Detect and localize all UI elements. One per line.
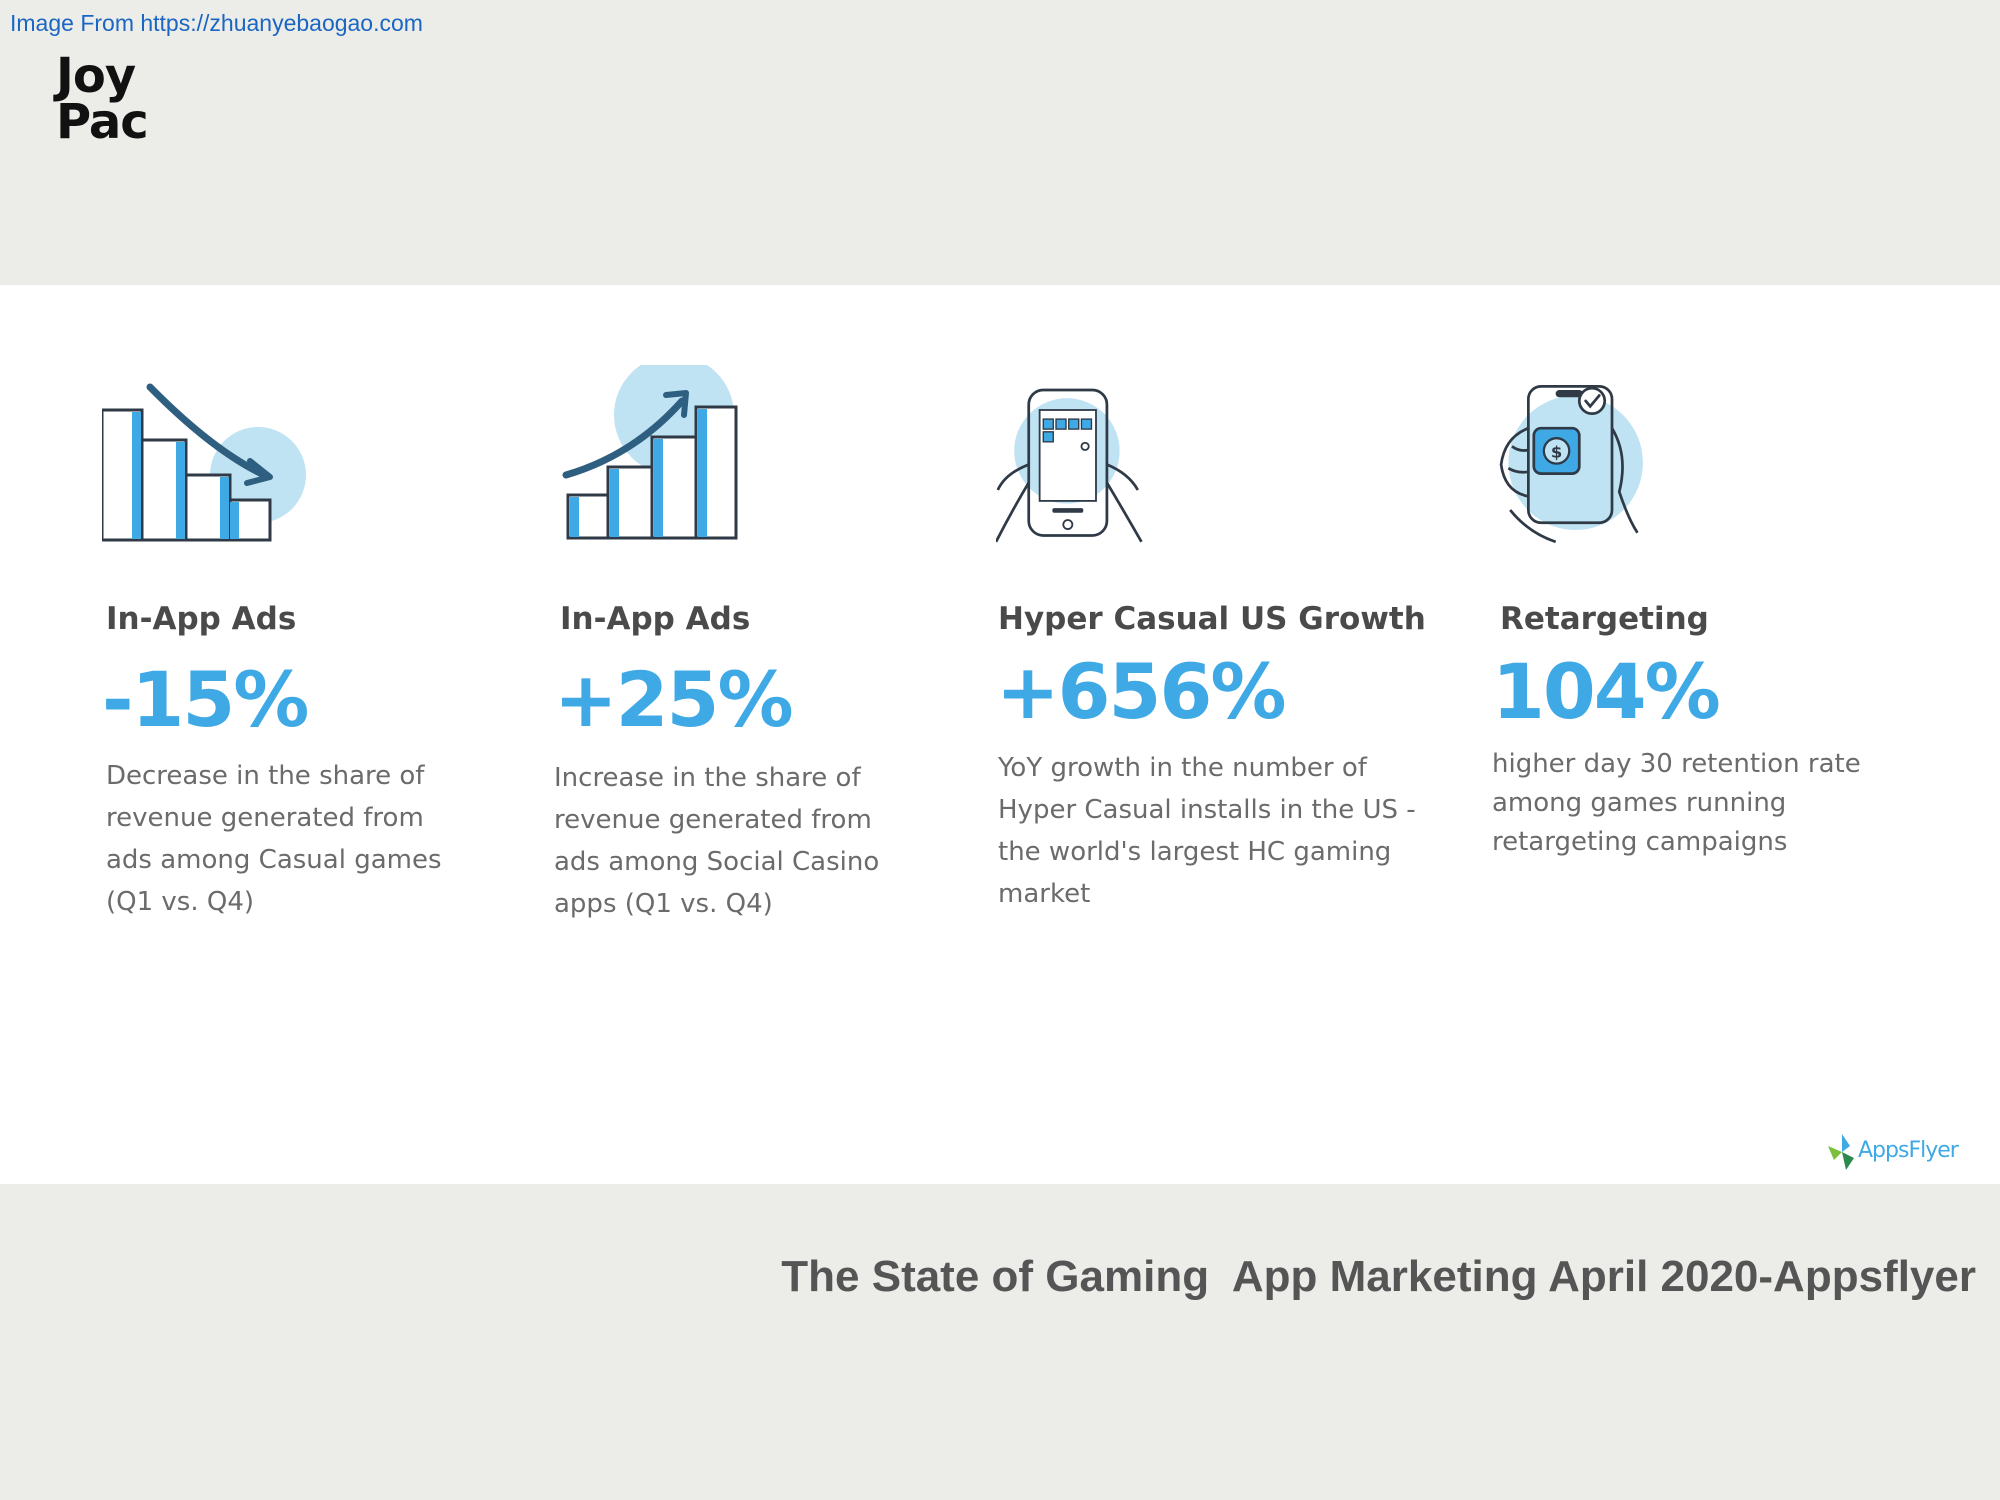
phone-hands-icon (996, 388, 1143, 543)
stat-description: Increase in the share of revenue generat… (554, 763, 880, 919)
stat-value: +656% (996, 647, 1286, 736)
brand-name: AppsFlyer (1858, 1138, 1959, 1163)
stat-value: 104% (1492, 647, 1721, 736)
stat-heading: In-App Ads (106, 601, 297, 637)
footer-title: The State of Gaming App Marketing April … (781, 1252, 1976, 1301)
phone-dollar-icon: $ (1499, 384, 1643, 544)
bar-chart-down-icon (102, 383, 306, 542)
source-link[interactable]: Image From https://zhuanyebaogao.com (10, 10, 423, 37)
stat-heading: Hyper Casual US Growth (998, 601, 1426, 637)
stat-description: YoY growth in the number of Hyper Casual… (998, 753, 1416, 909)
stat-value: +25% (554, 655, 794, 744)
logo-text-line1: Joy (56, 48, 136, 104)
stat-description: Decrease in the share of revenue generat… (106, 761, 442, 917)
stats-panel: In-App Ads -15% Decrease in the share of… (0, 285, 2000, 1184)
joypac-logo: Joy Pac (56, 48, 149, 150)
stat-heading: Retargeting (1500, 601, 1709, 637)
appsflyer-logo: AppsFlyer (1824, 1130, 1974, 1174)
stat-value: -15% (102, 655, 309, 744)
appsflyer-icon (1828, 1134, 1854, 1170)
stat-heading: In-App Ads (560, 601, 751, 637)
svg-text:$: $ (1551, 442, 1562, 461)
bar-chart-up-icon (562, 365, 738, 540)
stat-description: higher day 30 retention rate among games… (1492, 749, 1861, 857)
logo-text-line2: Pac (56, 94, 149, 150)
